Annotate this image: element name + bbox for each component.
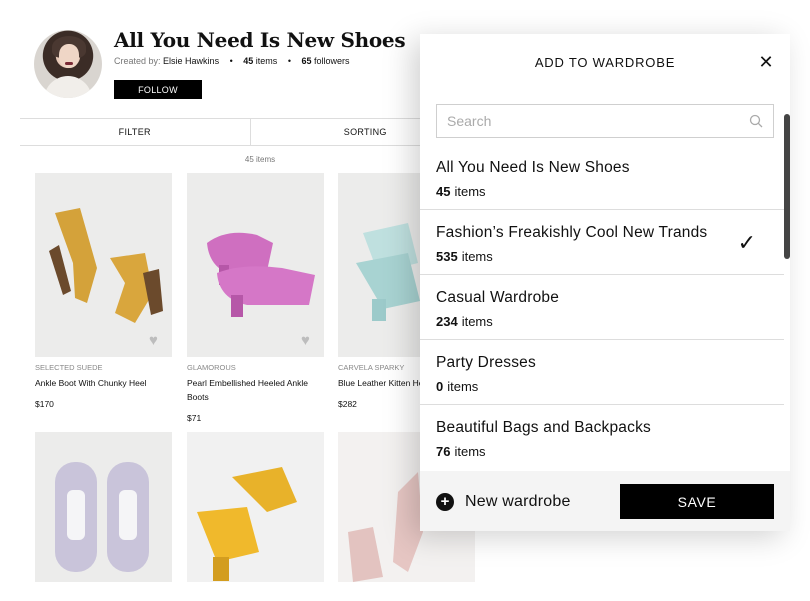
product-name[interactable]: Pearl Embellished Heeled Ankle Boots	[187, 376, 324, 404]
creator-name[interactable]: Elsie Hawkins	[163, 56, 219, 66]
wardrobe-name: Fashion’s Freakishly Cool New Trands	[436, 224, 708, 241]
product-card[interactable]: ♥ GLAMOROUS Pearl Embellished Heeled Ank…	[187, 173, 324, 423]
wardrobe-name: Party Dresses	[436, 354, 536, 371]
page-title: All You Need Is New Shoes	[114, 28, 406, 52]
created-by-label: Created by:	[114, 56, 161, 66]
wardrobe-count: 535 items	[436, 249, 493, 264]
filter-bar: FILTER SORTING	[20, 118, 480, 146]
follow-button[interactable]: FOLLOW	[114, 80, 202, 99]
add-to-wardrobe-modal: ADD TO WARDROBE ✕ All You Need Is New Sh…	[420, 34, 790, 531]
product-price: $170	[35, 399, 54, 409]
wardrobe-item[interactable]: All You Need Is New Shoes 45 items	[420, 145, 784, 210]
wardrobe-item[interactable]: Party Dresses 0 items	[420, 340, 784, 405]
items-count: 45	[243, 56, 254, 66]
wardrobe-count: 0 items	[436, 379, 479, 394]
items-label: items	[255, 56, 278, 66]
creator-avatar	[34, 30, 102, 98]
product-image[interactable]	[35, 432, 172, 582]
heart-icon[interactable]: ♥	[301, 333, 315, 348]
product-image[interactable]: ♥	[187, 173, 324, 357]
product-brand: SELECTED SUEDE	[35, 363, 103, 372]
product-name[interactable]: Ankle Boot With Chunky Heel	[35, 376, 172, 390]
wardrobe-list: All You Need Is New Shoes 45 items Fashio…	[420, 145, 784, 471]
product-image[interactable]	[187, 432, 324, 582]
new-wardrobe-label: New wardrobe	[465, 493, 571, 510]
filter-button[interactable]: FILTER	[20, 119, 250, 145]
wardrobe-name: All You Need Is New Shoes	[436, 159, 630, 176]
search-box[interactable]	[436, 104, 774, 138]
save-button[interactable]: SAVE	[620, 484, 774, 519]
heart-icon[interactable]: ♥	[149, 333, 163, 348]
modal-title: ADD TO WARDROBE	[534, 54, 676, 70]
plus-circle-icon: +	[436, 493, 454, 511]
search-icon[interactable]	[749, 114, 763, 128]
checkmark-icon: ✓	[737, 230, 756, 255]
product-card[interactable]: ♥ SELECTED SUEDE Ankle Boot With Chunky …	[35, 173, 172, 409]
followers-label: followers	[314, 56, 350, 66]
wardrobe-count: 234 items	[436, 314, 493, 329]
wardrobe-count: 76 items	[436, 444, 486, 459]
product-card[interactable]	[35, 432, 172, 582]
new-wardrobe-button[interactable]: + New wardrobe	[436, 493, 571, 511]
close-icon[interactable]: ✕	[758, 53, 774, 71]
scrollbar[interactable]	[784, 114, 790, 259]
modal-footer: + New wardrobe SAVE	[420, 471, 790, 531]
profile-meta: Created by: Elsie Hawkins • 45 items • 6…	[114, 56, 350, 66]
wardrobe-name: Beautiful Bags and Backpacks	[436, 419, 651, 436]
product-brand: GLAMOROUS	[187, 363, 236, 372]
wardrobe-item[interactable]: Beautiful Bags and Backpacks 76 items	[420, 405, 784, 470]
product-image[interactable]: ♥	[35, 173, 172, 357]
wardrobe-count: 45 items	[436, 184, 486, 199]
wardrobe-item[interactable]: Casual Wardrobe 234 items	[420, 275, 784, 340]
followers-count: 65	[301, 56, 312, 66]
wardrobe-name: Casual Wardrobe	[436, 289, 560, 306]
search-input[interactable]	[437, 112, 739, 130]
product-card[interactable]	[187, 432, 324, 582]
wardrobe-item[interactable]: Fashion’s Freakishly Cool New Trands 535…	[420, 210, 784, 275]
product-price: $71	[187, 413, 202, 423]
